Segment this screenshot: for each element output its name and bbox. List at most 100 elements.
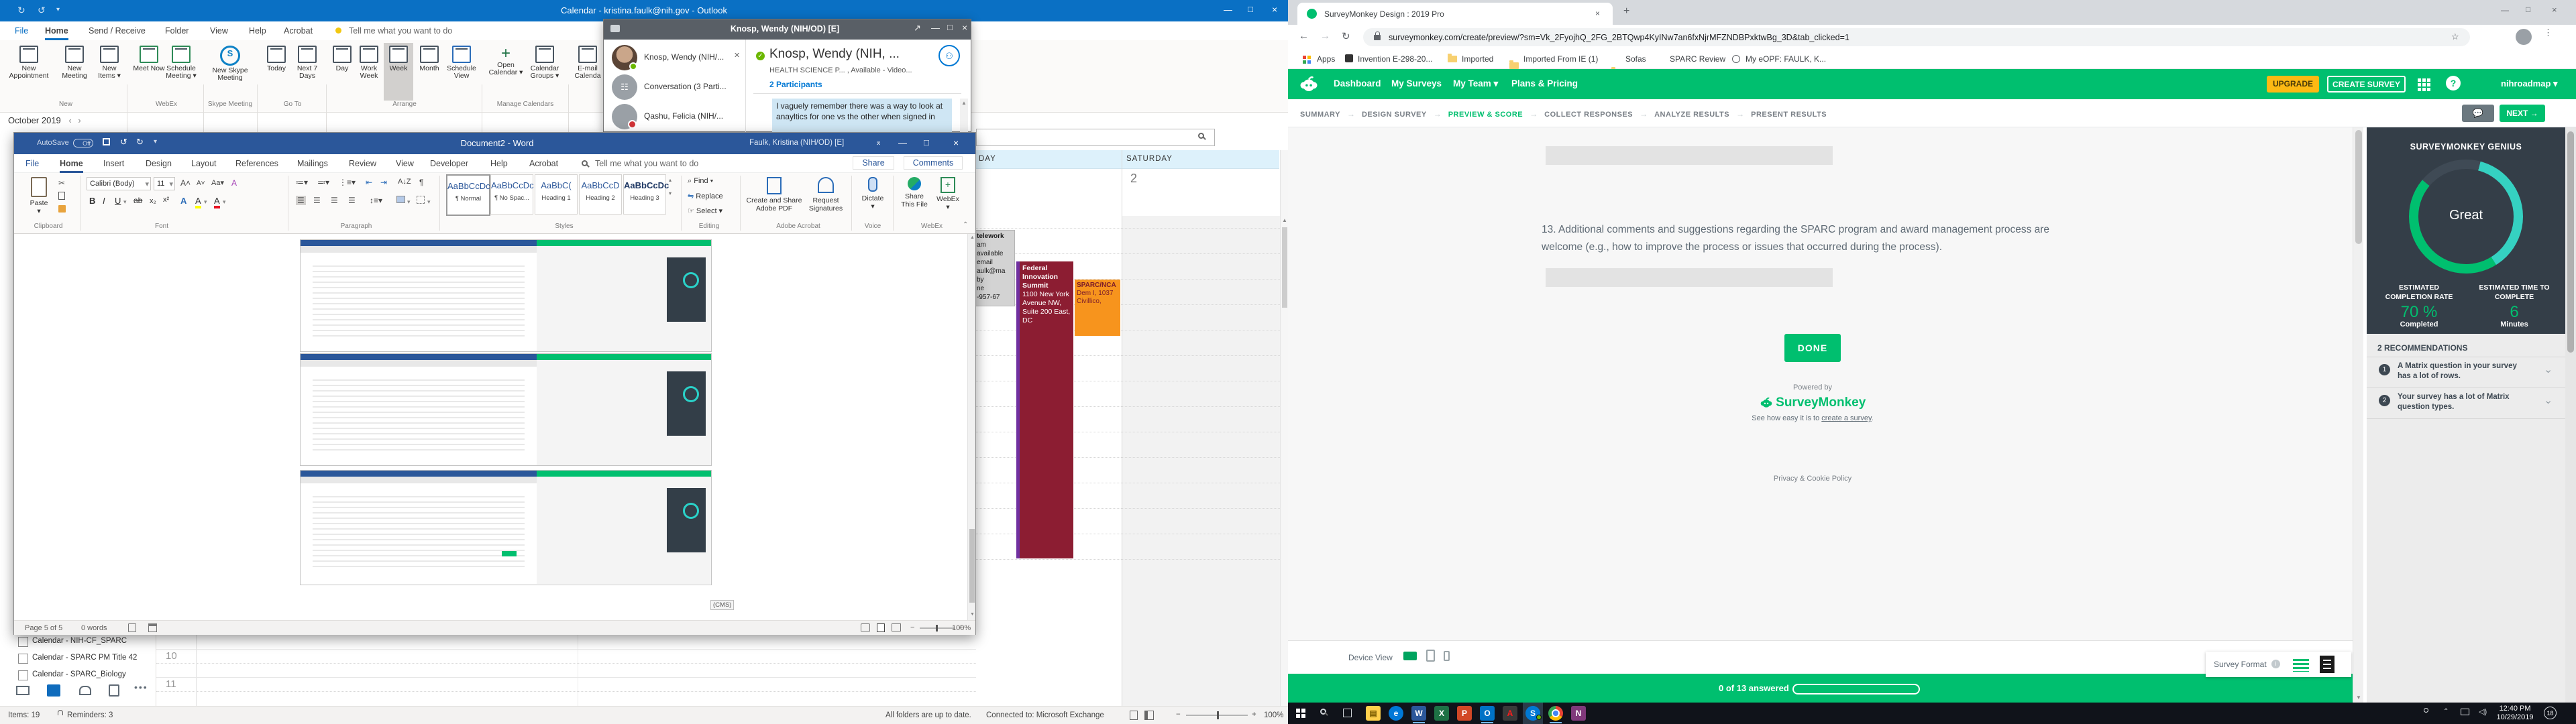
saturday-day-number[interactable]: 2 (1130, 172, 1137, 186)
minimize-button[interactable]: — (898, 138, 907, 148)
bookmark-star-icon[interactable]: ☆ (2451, 32, 2459, 42)
bookmark-item[interactable]: SPARC Review (1670, 54, 1725, 64)
calendar-scrollbar[interactable]: ▲ (1280, 150, 1288, 724)
highlight-icon[interactable]: A (195, 196, 201, 208)
contact-row[interactable]: Knosp, Wendy (NIH/... ✕ (604, 44, 746, 73)
desktop-device-icon[interactable] (1403, 652, 1417, 660)
numbering-icon[interactable]: ≕▾ (317, 178, 329, 187)
url-text[interactable]: surveymonkey.com/create/preview/?sm=Vk_2… (1389, 33, 1849, 42)
word-document-canvas[interactable]: (CMS) (14, 234, 967, 620)
tab-acrobat[interactable]: Acrobat (529, 159, 558, 168)
forward-icon[interactable]: → (1320, 30, 1330, 42)
maximize-button[interactable]: □ (2526, 5, 2530, 14)
more-modules-icon[interactable]: ••• (134, 682, 148, 692)
contact-row[interactable]: Qashu, Felicia (NIH/... (604, 103, 746, 132)
nav-my-team[interactable]: My Team ▾ (1453, 78, 1498, 89)
close-button[interactable]: × (2552, 5, 2557, 15)
apps-grid-icon[interactable] (2418, 78, 2421, 82)
today-button[interactable]: Today (262, 46, 291, 72)
macro-icon[interactable] (148, 623, 157, 632)
new-items-button[interactable]: New Items ▾ (94, 46, 125, 80)
grow-font-icon[interactable]: A˄ (180, 178, 191, 188)
styles-scroll-up-icon[interactable]: ▴ (669, 177, 672, 183)
content-scrollbar[interactable]: ▼ (2353, 127, 2363, 705)
scroll-up-icon[interactable]: ▲ (970, 235, 975, 240)
multilevel-icon[interactable]: ⋮≡▾ (339, 178, 356, 187)
month-view-button[interactable]: Month (415, 46, 444, 72)
tab-insert[interactable]: Insert (103, 159, 124, 168)
copy-icon[interactable] (58, 192, 65, 200)
word-titlebar[interactable]: AutoSave Off ↺ ↻ ▾ Document2 - Word Faul… (14, 133, 975, 154)
format-painter-icon[interactable] (58, 205, 66, 213)
zoom-out-icon[interactable]: − (910, 623, 914, 631)
nav-dashboard[interactable]: Dashboard (1334, 78, 1381, 88)
nav-plans-pricing[interactable]: Plans & Pricing (1511, 78, 1578, 88)
people-module-icon[interactable] (79, 686, 91, 695)
create-survey-link[interactable]: create a survey (1821, 414, 1871, 422)
tell-me-box[interactable]: Tell me what you want to do (349, 26, 452, 36)
step-summary[interactable]: SUMMARY (1300, 111, 1340, 119)
bold-button[interactable]: B (89, 196, 95, 206)
minimize-button[interactable]: — (1224, 5, 1232, 15)
word-count[interactable]: 0 words (81, 624, 107, 632)
text-effects-icon[interactable]: A (180, 196, 186, 206)
taskbar-powerpoint-icon[interactable]: P (1457, 706, 1472, 721)
styles-scroll-down-icon[interactable]: ▾ (669, 190, 672, 196)
pilcrow-icon[interactable]: ¶ (419, 178, 423, 187)
zoom-out-icon[interactable]: − (1176, 711, 1181, 719)
bookmark-item[interactable]: Invention E-298-20... (1358, 54, 1432, 64)
sidebar-scrollbar[interactable] (2565, 127, 2576, 705)
step-design-survey[interactable]: DESIGN SURVEY (1362, 111, 1427, 119)
bookmark-item[interactable]: Imported From IE (1) (1523, 54, 1598, 64)
web-layout-icon[interactable] (892, 623, 901, 631)
maximize-button[interactable]: □ (947, 22, 953, 32)
taskbar-outlook-icon[interactable]: O (1480, 706, 1495, 721)
start-button[interactable] (1296, 709, 1300, 713)
schedule-view-button[interactable]: Schedule View (444, 46, 479, 80)
classic-format-icon[interactable] (2320, 656, 2334, 673)
task-view-icon[interactable] (1343, 709, 1352, 717)
tab-design[interactable]: Design (146, 159, 172, 168)
calendar-checkbox[interactable] (18, 637, 28, 647)
shading-icon[interactable] (396, 196, 405, 203)
taskbar-clock[interactable]: 12:40 PM 10/29/2019 (2494, 705, 2536, 722)
zoom-slider-knob[interactable] (936, 625, 938, 631)
taskbar-edge-icon[interactable]: e (1389, 706, 1403, 721)
print-layout-icon[interactable] (877, 623, 885, 632)
zoom-slider[interactable] (1186, 711, 1248, 719)
line-spacing-icon[interactable]: ↕≡▾ (370, 196, 382, 205)
replace-button[interactable]: ⇋ Replace (688, 192, 723, 200)
calendar-module-icon[interactable] (47, 684, 60, 697)
step-collect-responses[interactable]: COLLECT RESPONSES (1544, 111, 1633, 119)
back-icon[interactable]: ← (1299, 30, 1309, 42)
share-button[interactable]: Share (853, 156, 894, 170)
scroll-down-icon[interactable]: ▼ (2356, 695, 2361, 701)
phone-device-icon[interactable] (1444, 651, 1450, 661)
account-menu[interactable]: nihroadmap ▾ (2501, 78, 2558, 89)
contact-name[interactable]: Qashu, Felicia (NIH/... (644, 111, 723, 121)
network-icon[interactable] (2461, 709, 2469, 715)
close-conversation-icon[interactable]: ✕ (734, 51, 740, 60)
tab-home[interactable]: Home (60, 159, 83, 173)
scrollbar-thumb[interactable] (969, 529, 975, 603)
italic-button[interactable]: I (103, 196, 105, 206)
surveymonkey-logo[interactable] (1299, 74, 1319, 95)
zoom-slider-knob[interactable] (1217, 711, 1219, 719)
maximize-button[interactable]: □ (1248, 4, 1253, 14)
word-scrollbar[interactable]: ▲ ▼ (967, 234, 975, 620)
save-icon[interactable] (103, 138, 110, 145)
open-calendar-button[interactable]: + Open Calendar ▾ (487, 46, 525, 76)
tab-view[interactable]: View (210, 26, 228, 36)
undo-icon[interactable]: ↺ (120, 137, 127, 147)
prev-month-icon[interactable]: ‹ (68, 115, 71, 125)
info-icon[interactable]: i (2271, 660, 2280, 668)
cut-icon[interactable]: ✂ (58, 178, 65, 188)
contact-name[interactable]: Knosp, Wendy (NIH/... (644, 52, 724, 62)
calendar-search-box[interactable] (976, 129, 1215, 146)
find-button[interactable]: ⌕ Find ▾ (688, 177, 713, 186)
close-button[interactable]: × (1272, 4, 1277, 15)
chevron-down-icon[interactable]: › (2542, 400, 2555, 404)
select-button[interactable]: ☞ Select ▾ (688, 206, 722, 215)
contact-row[interactable]: ☷ Conversation (3 Parti... (604, 73, 746, 103)
tab-help[interactable]: Help (249, 26, 266, 36)
